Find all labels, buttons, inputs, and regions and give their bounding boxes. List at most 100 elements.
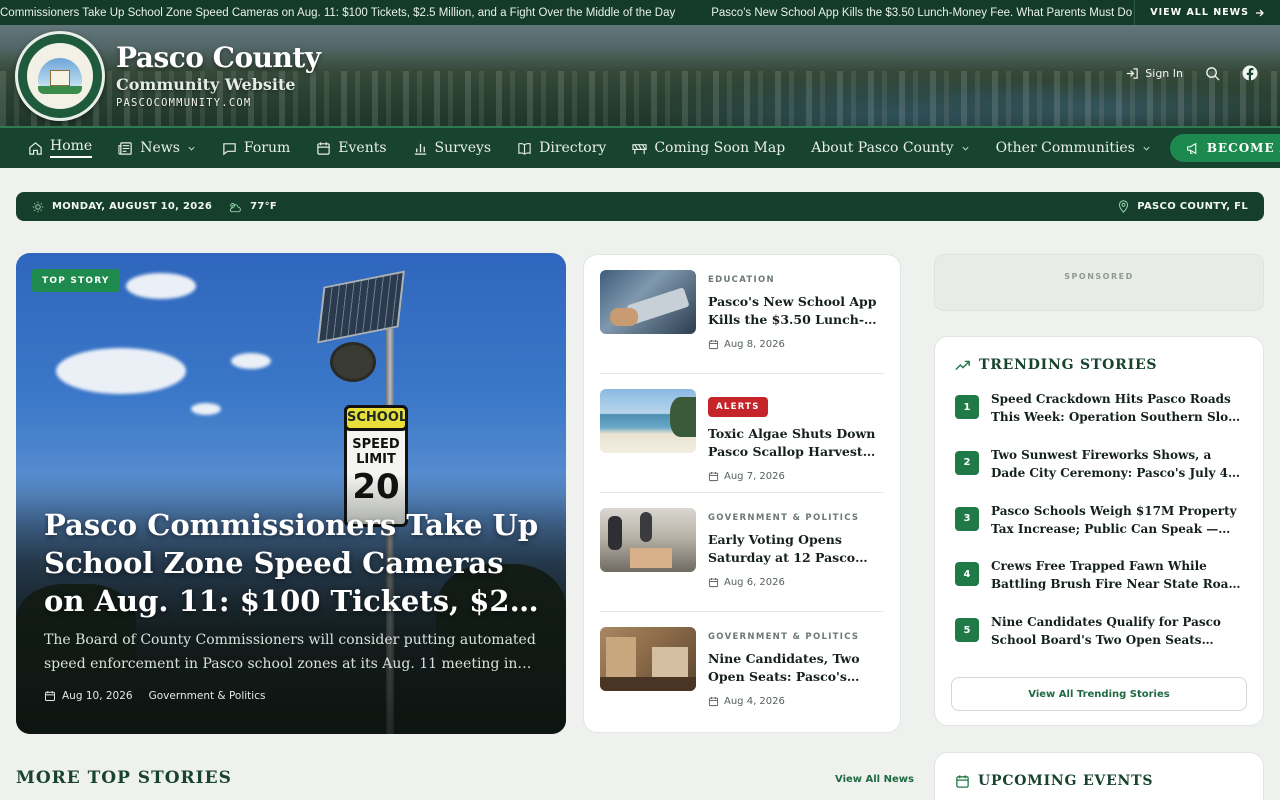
view-all-news-button[interactable]: VIEW ALL NEWS: [1134, 0, 1280, 25]
trending-header: TRENDING STORIES: [955, 357, 1247, 373]
nav-label: Coming Soon Map: [654, 140, 786, 156]
alert-badge[interactable]: ALERTS: [708, 397, 768, 417]
nav-forum[interactable]: Forum: [209, 128, 303, 168]
list-item[interactable]: GOVERNMENT & POLITICS Nine Candidates, T…: [600, 612, 884, 731]
date-display: MONDAY, AUGUST 10, 2026: [32, 201, 212, 213]
story-list: EDUCATION Pasco's New School App Kills t…: [583, 254, 901, 733]
sign-limit: LIMIT: [356, 452, 396, 467]
top-story-date: Aug 10, 2026: [62, 690, 133, 702]
ticker-track: Commissioners Take Up School Zone Speed …: [0, 7, 1134, 19]
nav-about-pasco[interactable]: About Pasco County: [798, 128, 982, 168]
nav-other-communities[interactable]: Other Communities: [983, 128, 1164, 168]
nav-label: Home: [50, 138, 93, 158]
nav-label: About Pasco County: [811, 140, 954, 156]
story-category[interactable]: EDUCATION: [708, 275, 886, 285]
events-header: UPCOMING EVENTS: [955, 773, 1243, 789]
top-story-excerpt: The Board of County Commissioners will c…: [44, 632, 536, 672]
arrow-right-icon: [1256, 9, 1264, 16]
chevron-down-icon: [1143, 146, 1150, 151]
location-display: PASCO COUNTY, FL: [1118, 200, 1248, 213]
list-item[interactable]: GOVERNMENT & POLITICS Early Voting Opens…: [600, 493, 884, 612]
rank-badge: 2: [955, 450, 979, 475]
become-sponsor-button[interactable]: BECOME A SPONSOR: [1169, 134, 1280, 162]
story-text: GOVERNMENT & POLITICS Nine Candidates, T…: [708, 632, 886, 707]
top-story-title[interactable]: Pasco Commissioners Take Up School Zone …: [44, 506, 544, 620]
rank-badge: 4: [955, 562, 979, 587]
story-title[interactable]: Toxic Algae Shuts Down Pasco Scallop Har…: [708, 425, 886, 461]
list-item[interactable]: 5 Nine Candidates Qualify for Pasco Scho…: [955, 608, 1247, 664]
sponsored-slot[interactable]: SPONSORED: [934, 254, 1264, 311]
story-title[interactable]: Nine Candidates, Two Open Seats: Pasco's…: [708, 650, 886, 686]
cloud: [56, 348, 186, 394]
nav-label: Forum: [243, 140, 291, 156]
story-category[interactable]: GOVERNMENT & POLITICS: [708, 632, 886, 642]
view-all-news-link[interactable]: View All News: [835, 774, 914, 785]
story-date: Aug 6, 2026: [708, 577, 886, 588]
list-item[interactable]: 3 Pasco Schools Weigh $17M Property Tax …: [955, 497, 1247, 553]
list-item[interactable]: 2 Two Sunwest Fireworks Shows, a Dade Ci…: [955, 441, 1247, 497]
list-item[interactable]: ALERTS Toxic Algae Shuts Down Pasco Scal…: [600, 374, 884, 493]
current-date: MONDAY, AUGUST 10, 2026: [52, 201, 213, 212]
site-header: Pasco County Community Website PASCOCOMM…: [0, 25, 1280, 126]
status-bar: MONDAY, AUGUST 10, 2026 77°F PASCO COUNT…: [16, 192, 1264, 221]
ticker-item[interactable]: Commissioners Take Up School Zone Speed …: [0, 7, 693, 19]
view-all-news-label: VIEW ALL NEWS: [1150, 7, 1249, 18]
sign-speed: SPEED: [352, 437, 400, 452]
top-story-category[interactable]: Government & Politics: [149, 690, 266, 702]
more-top-stories-heading: MORE TOP STORIES: [16, 768, 232, 788]
construction-icon: [632, 143, 647, 154]
weather-icon: [230, 202, 241, 212]
nav-news[interactable]: News: [105, 128, 209, 168]
weather-display: 77°F: [228, 201, 277, 213]
nav-home[interactable]: Home: [0, 128, 105, 168]
story-category[interactable]: GOVERNMENT & POLITICS: [708, 513, 886, 523]
facebook-icon[interactable]: [1242, 65, 1258, 81]
map-pin-icon: [1119, 200, 1129, 213]
story-thumbnail[interactable]: [600, 508, 696, 572]
trending-story-title[interactable]: Crews Free Trapped Fawn While Battling B…: [991, 557, 1241, 593]
header-actions: Sign In: [1126, 65, 1258, 81]
trending-list: 1 Speed Crackdown Hits Pasco Roads This …: [955, 385, 1247, 664]
story-thumbnail[interactable]: [600, 389, 696, 453]
story-date-text: Aug 4, 2026: [724, 696, 785, 707]
ticker-item[interactable]: Pasco's New School App Kills the $3.50 L…: [711, 7, 1134, 19]
story-title[interactable]: Pasco's New School App Kills the $3.50 L…: [708, 293, 886, 329]
county-seal-logo[interactable]: [15, 31, 105, 121]
events-title: UPCOMING EVENTS: [978, 773, 1154, 789]
site-title[interactable]: Pasco County: [116, 41, 321, 74]
sign-in-link[interactable]: Sign In: [1126, 67, 1183, 80]
story-date: Aug 4, 2026: [708, 696, 886, 707]
nav-events[interactable]: Events: [303, 128, 399, 168]
nav-label: Events: [338, 140, 387, 156]
chat-icon: [223, 142, 236, 155]
nav-surveys[interactable]: Surveys: [400, 128, 505, 168]
view-all-trending-button[interactable]: View All Trending Stories: [951, 677, 1247, 711]
trending-story-title[interactable]: Speed Crackdown Hits Pasco Roads This We…: [991, 390, 1241, 426]
seal-sky: [38, 58, 82, 86]
calendar-icon: [708, 578, 719, 588]
temperature: 77°F: [250, 201, 278, 212]
nav-label: Directory: [539, 140, 607, 156]
rank-badge: 3: [955, 506, 979, 531]
trending-up-icon: [955, 360, 970, 370]
nav-directory[interactable]: Directory: [504, 128, 619, 168]
story-thumbnail[interactable]: [600, 270, 696, 334]
trending-story-title[interactable]: Pasco Schools Weigh $17M Property Tax In…: [991, 502, 1241, 538]
nav-coming-soon-map[interactable]: Coming Soon Map: [619, 128, 798, 168]
story-text: GOVERNMENT & POLITICS Early Voting Opens…: [708, 513, 886, 588]
nav-label: Surveys: [434, 140, 492, 156]
trending-story-title[interactable]: Two Sunwest Fireworks Shows, a Dade City…: [991, 446, 1241, 482]
list-item[interactable]: 1 Speed Crackdown Hits Pasco Roads This …: [955, 385, 1247, 441]
calendar-icon: [708, 697, 719, 707]
main-nav: Home News Forum Events Surveys Directory…: [0, 126, 1280, 168]
story-date-text: Aug 6, 2026: [724, 577, 785, 588]
trending-story-title[interactable]: Nine Candidates Qualify for Pasco School…: [991, 613, 1241, 649]
list-item[interactable]: EDUCATION Pasco's New School App Kills t…: [600, 255, 884, 374]
story-title[interactable]: Early Voting Opens Saturday at 12 Pasco …: [708, 531, 886, 567]
list-item[interactable]: 4 Crews Free Trapped Fawn While Battling…: [955, 552, 1247, 608]
story-thumbnail[interactable]: [600, 627, 696, 691]
search-icon[interactable]: [1205, 66, 1220, 81]
seal-emblem: [25, 41, 95, 111]
megaphone-icon: [1186, 142, 1197, 154]
cloud: [231, 353, 271, 369]
